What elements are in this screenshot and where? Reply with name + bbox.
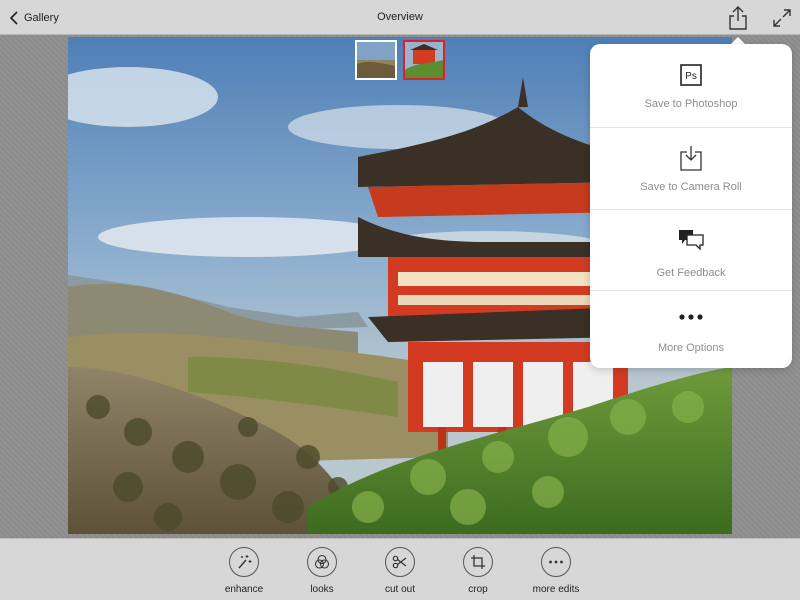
- crop-icon: [471, 555, 485, 569]
- scissors-icon: [392, 555, 407, 569]
- thumbnail-landscape[interactable]: [355, 40, 397, 80]
- crop-button[interactable]: crop: [438, 547, 518, 595]
- save-to-photoshop-label: Save to Photoshop: [644, 98, 738, 110]
- save-to-camera-roll-label: Save to Camera Roll: [640, 181, 742, 193]
- photoshop-icon: Ps: [680, 64, 702, 86]
- page-title: Overview: [377, 11, 423, 23]
- crop-label: crop: [468, 584, 488, 595]
- ellipsis-icon: [549, 560, 563, 564]
- more-edits-button[interactable]: more edits: [516, 547, 596, 595]
- share-popover: Ps Save to Photoshop Save to Camera Roll…: [590, 44, 792, 368]
- enhance-label: enhance: [224, 584, 264, 595]
- top-bar: Gallery Overview: [0, 0, 800, 35]
- ellipsis-icon: [679, 314, 703, 320]
- more-edits-label: more edits: [532, 584, 580, 595]
- looks-circles-icon: [314, 554, 330, 569]
- bottom-toolbar: enhance looks cut out crop more edits: [0, 538, 800, 600]
- cut-out-label: cut out: [384, 584, 416, 595]
- speech-bubbles-icon: [679, 230, 704, 250]
- looks-label: looks: [310, 584, 334, 595]
- save-to-camera-roll-option[interactable]: Save to Camera Roll: [590, 128, 792, 210]
- get-feedback-option[interactable]: Get Feedback: [590, 210, 792, 291]
- enhance-button[interactable]: enhance: [204, 547, 284, 595]
- save-to-photoshop-option[interactable]: Ps Save to Photoshop: [590, 44, 792, 128]
- thumbnail-pagoda[interactable]: [403, 40, 445, 80]
- share-icon[interactable]: [726, 5, 750, 31]
- download-icon: [680, 146, 702, 171]
- looks-button[interactable]: looks: [282, 547, 362, 595]
- more-options-option[interactable]: More Options: [590, 291, 792, 368]
- expand-icon[interactable]: [772, 8, 792, 28]
- cut-out-button[interactable]: cut out: [360, 547, 440, 595]
- more-options-label: More Options: [657, 342, 725, 354]
- magic-wand-icon: [238, 555, 252, 569]
- svg-text:Ps: Ps: [685, 71, 697, 82]
- get-feedback-label: Get Feedback: [656, 267, 726, 279]
